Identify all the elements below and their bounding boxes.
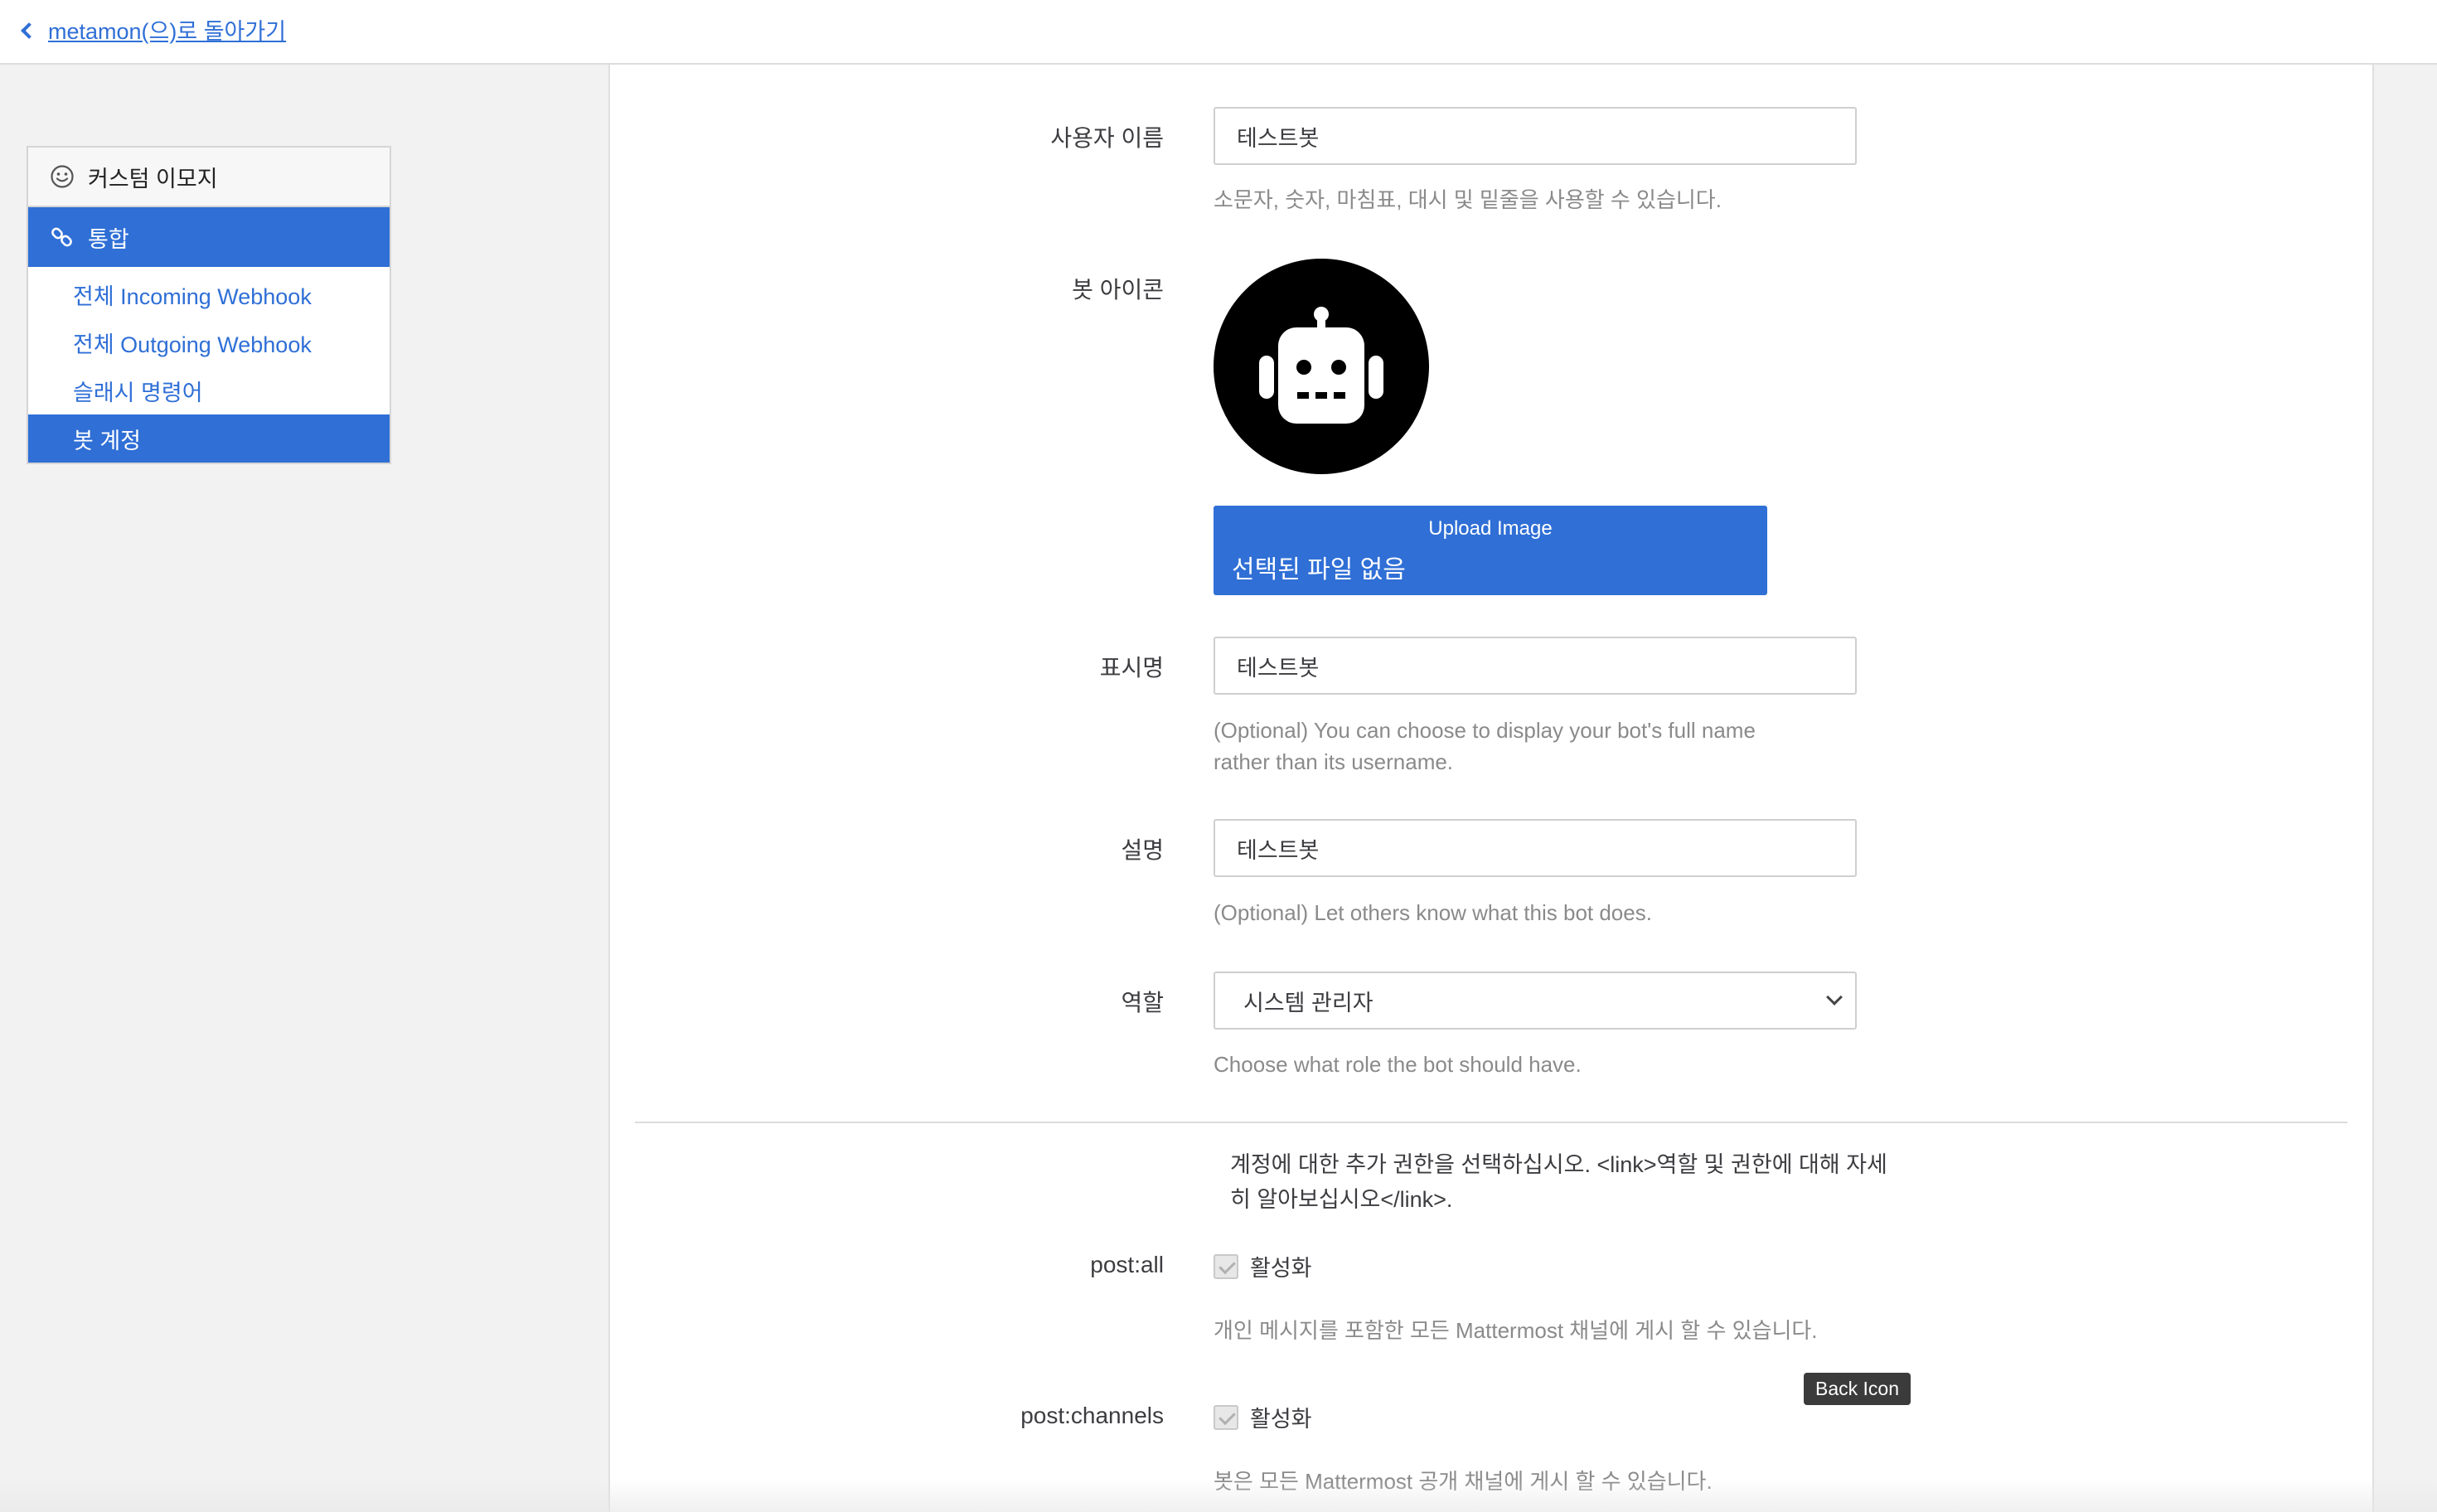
top-bar: metamon(으)로 돌아가기 <box>0 0 2437 65</box>
post-channels-checkbox[interactable] <box>1214 1404 1238 1430</box>
username-help: 소문자, 숫자, 마침표, 대시 및 밑줄을 사용할 수 있습니다. <box>1214 187 1722 212</box>
link-icon <box>50 225 75 250</box>
sidebar-item-custom-emoji[interactable]: 커스텀 이모지 <box>28 148 390 207</box>
bot-avatar <box>1214 259 1429 474</box>
sidebar-section-integrations[interactable]: 통합 <box>28 207 390 267</box>
post-all-help: 개인 메시지를 포함한 모든 Mattermost 채널에 게시 할 수 있습니… <box>1214 1318 1818 1343</box>
upload-image-label: Upload Image <box>1428 517 1553 540</box>
upload-image-button[interactable]: Upload Image 선택된 파일 없음 <box>1214 506 1767 595</box>
post-all-toggle[interactable]: 활성화 <box>1214 1250 1312 1282</box>
post-all-checkbox-label: 활성화 <box>1250 1256 1312 1281</box>
permissions-intro-line-2: 히 알아보십시오</link>. <box>1230 1187 1453 1212</box>
back-link-label: metamon(으)로 돌아가기 <box>48 19 287 44</box>
sidebar: 커스텀 이모지 통합 전체 Incoming Webhook 전체 Outgoi… <box>27 146 391 464</box>
post-all-label: post:all <box>1090 1252 1164 1277</box>
display-name-help-line-1: (Optional) You can choose to display you… <box>1214 718 1756 743</box>
username-label: 사용자 이름 <box>1050 125 1164 151</box>
section-divider <box>635 1122 2347 1123</box>
post-channels-checkbox-label: 활성화 <box>1250 1407 1312 1432</box>
post-channels-toggle[interactable]: 활성화 <box>1214 1401 1312 1433</box>
permissions-intro: 계정에 대한 추가 권한을 선택하십시오. <link>역할 및 권한에 대해 … <box>1230 1147 1893 1217</box>
username-input[interactable] <box>1214 107 1857 165</box>
tooltip: Back Icon <box>1804 1373 1911 1405</box>
description-help: (Optional) Let others know what this bot… <box>1214 900 1652 925</box>
sidebar-header-label: 커스텀 이모지 <box>88 166 218 191</box>
chevron-left-icon <box>21 22 37 39</box>
sidebar-submenu: 전체 Incoming Webhook 전체 Outgoing Webhook … <box>28 267 390 463</box>
display-name-label: 표시명 <box>1099 655 1164 681</box>
chevron-down-icon <box>1826 989 1843 1006</box>
sidebar-item-bot-accounts[interactable]: 봇 계정 <box>28 414 390 463</box>
robot-icon <box>1259 307 1383 424</box>
post-all-checkbox[interactable] <box>1214 1253 1238 1279</box>
display-name-input[interactable] <box>1214 637 1857 695</box>
description-label: 설명 <box>1121 837 1164 863</box>
back-link[interactable]: metamon(으)로 돌아가기 <box>21 13 287 46</box>
post-channels-help: 봇은 모든 Mattermost 공개 채널에 게시 할 수 있습니다. <box>1214 1469 1713 1494</box>
role-select-value: 시스템 관리자 <box>1243 990 1374 1015</box>
sidebar-item-outgoing-webhook[interactable]: 전체 Outgoing Webhook <box>28 318 390 366</box>
sidebar-item-slash-commands[interactable]: 슬래시 명령어 <box>28 366 390 414</box>
description-input[interactable] <box>1214 819 1857 877</box>
permissions-intro-line-1: 계정에 대한 추가 권한을 선택하십시오. <link>역할 및 권한에 대해 … <box>1230 1152 1887 1177</box>
sidebar-section-label: 통합 <box>88 226 129 252</box>
post-channels-label: post:channels <box>1020 1403 1164 1428</box>
role-help: Choose what role the bot should have. <box>1214 1052 1582 1077</box>
file-status: 선택된 파일 없음 <box>1232 556 1406 584</box>
role-label: 역할 <box>1121 990 1164 1015</box>
smiley-icon <box>50 164 75 189</box>
sidebar-item-incoming-webhook[interactable]: 전체 Incoming Webhook <box>28 270 390 318</box>
role-select[interactable]: 시스템 관리자 <box>1214 972 1857 1030</box>
display-name-help: (Optional) You can choose to display you… <box>1214 715 1756 778</box>
display-name-help-line-2: rather than its username. <box>1214 749 1454 774</box>
bot-icon-label: 봇 아이콘 <box>1072 277 1164 303</box>
